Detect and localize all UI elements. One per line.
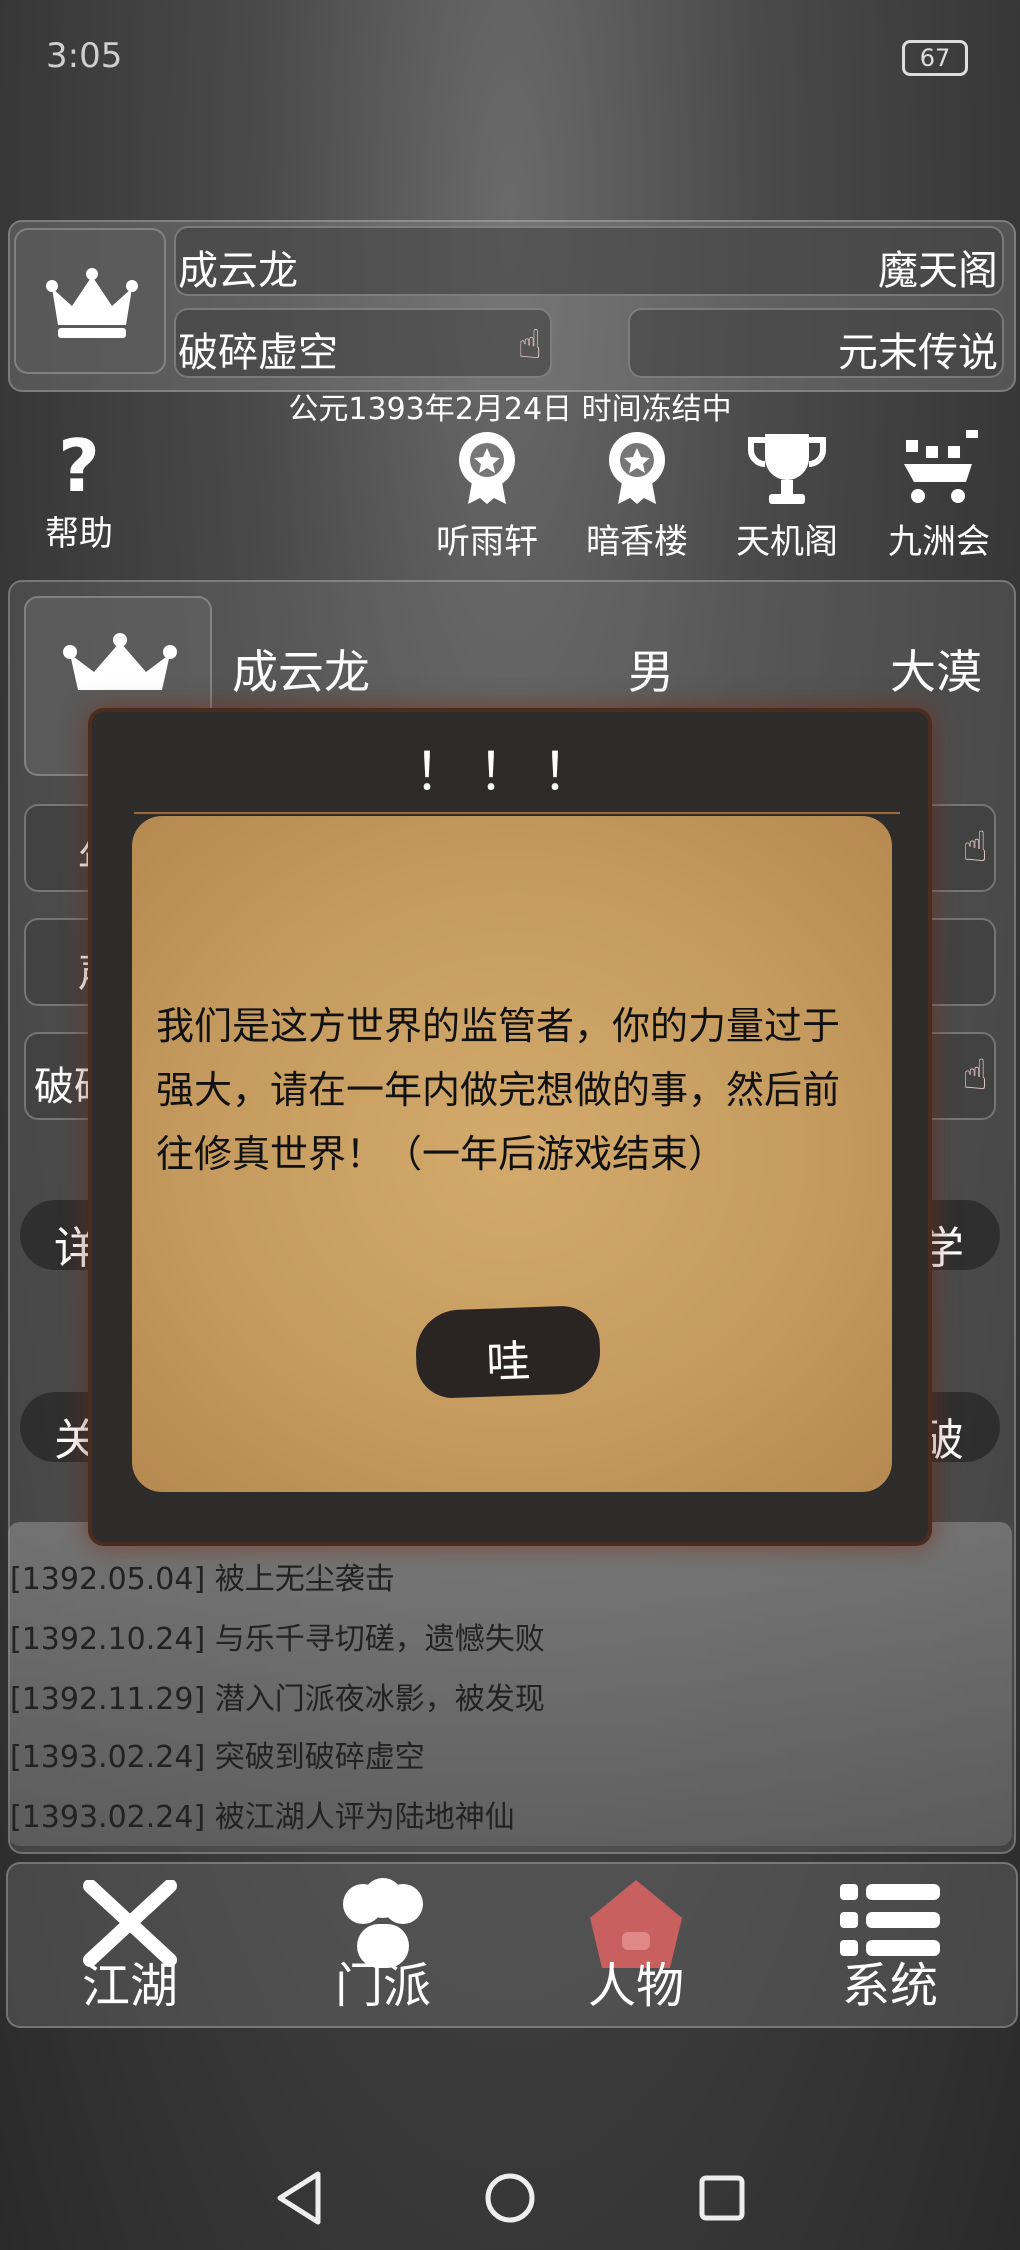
anxianglou-button[interactable]: 暗香楼 [572, 430, 702, 563]
recents-icon[interactable] [692, 2168, 752, 2228]
medal-icon [609, 432, 665, 504]
log-entry: [1393.02.24] 突破到破碎虚空 [10, 1740, 425, 1775]
confirm-button-label: 哇 [485, 1336, 532, 1389]
nav-xitong[interactable]: 系统 [790, 1876, 990, 2016]
nav-xitong-label: 系统 [841, 1958, 938, 2014]
era-label: 元末传说 [838, 330, 998, 376]
tingyuxuan-label: 听雨轩 [436, 522, 538, 562]
avatar[interactable] [14, 228, 166, 374]
tianjige-button[interactable]: 天机阁 [722, 430, 852, 563]
help-button[interactable]: ? 帮助 [14, 430, 144, 555]
trophy-icon [748, 434, 826, 504]
dialog-divider [134, 812, 900, 814]
log-entry: [1392.11.29] 潜入门派夜冰影，被发现 [10, 1682, 545, 1717]
nav-menpai[interactable]: 门派 [283, 1876, 483, 2016]
name-bar: 成云龙 魔天阁 [174, 226, 1004, 296]
tap-hand-icon[interactable]: ☝ [518, 322, 542, 368]
date-line: 公元1393年2月24日 时间冻结中 [288, 392, 732, 427]
anxianglou-label: 暗香楼 [586, 522, 688, 562]
home-icon[interactable] [480, 2168, 540, 2228]
nav-renwu[interactable]: 人物 [536, 1876, 736, 2016]
tingyuxuan-button[interactable]: 听雨轩 [422, 430, 552, 563]
jiuzhouhui-label: 九洲会 [888, 522, 990, 562]
battery-level: 67 [919, 44, 951, 72]
profile-gender: 男 [628, 645, 674, 699]
tap-hand-icon[interactable]: ☝ [962, 822, 988, 871]
battery-icon: 67 [902, 40, 968, 76]
event-log: [1392.05.04] 被上无尘袭击 [1392.10.24] 与乐千寻切磋，… [8, 1522, 1012, 1846]
era-bar: 元末传说 [628, 308, 1004, 378]
player-name: 成云龙 [178, 248, 298, 294]
nav-menpai-label: 门派 [334, 1958, 431, 2014]
tianjige-label: 天机阁 [736, 522, 838, 562]
question-icon: ? [58, 424, 100, 508]
status-time: 3:05 [46, 36, 123, 76]
back-icon[interactable] [270, 2168, 330, 2228]
nav-renwu-label: 人物 [587, 1958, 684, 2014]
dialog-message: 我们是这方世界的监管者，你的力量过于强大，请在一年内做完想做的事，然后前往修真世… [156, 1004, 841, 1176]
medal-icon [459, 432, 515, 504]
dialog-parchment: 我们是这方世界的监管者，你的力量过于强大，请在一年内做完想做的事，然后前往修真世… [132, 816, 892, 1492]
log-entry: [1392.05.04] 被上无尘袭击 [10, 1562, 395, 1597]
nav-jianghu-label: 江湖 [81, 1958, 178, 2014]
jiuzhouhui-button[interactable]: 九洲会 [874, 430, 1004, 563]
profile-name: 成云龙 [232, 645, 370, 699]
realm-bar[interactable]: 破碎虚空 ☝ [174, 308, 552, 378]
confirm-button[interactable]: 哇 [414, 1304, 602, 1400]
profile-region: 大漠 [890, 645, 982, 699]
notice-dialog: ！！！ 我们是这方世界的监管者，你的力量过于强大，请在一年内做完想做的事，然后前… [92, 712, 928, 1542]
help-label: 帮助 [45, 514, 113, 554]
dialog-title: ！！！ [413, 743, 606, 803]
player-realm: 破碎虚空 [178, 330, 338, 376]
log-entry: [1392.10.24] 与乐千寻切磋，遗憾失败 [10, 1622, 545, 1657]
nav-jianghu[interactable]: 江湖 [30, 1876, 230, 2016]
tap-hand-icon[interactable]: ☝ [962, 1050, 988, 1099]
crown-icon [46, 268, 138, 338]
cart-icon [904, 430, 978, 503]
player-sect: 魔天阁 [878, 248, 998, 294]
log-entry: [1393.02.24] 被江湖人评为陆地神仙 [10, 1800, 515, 1835]
